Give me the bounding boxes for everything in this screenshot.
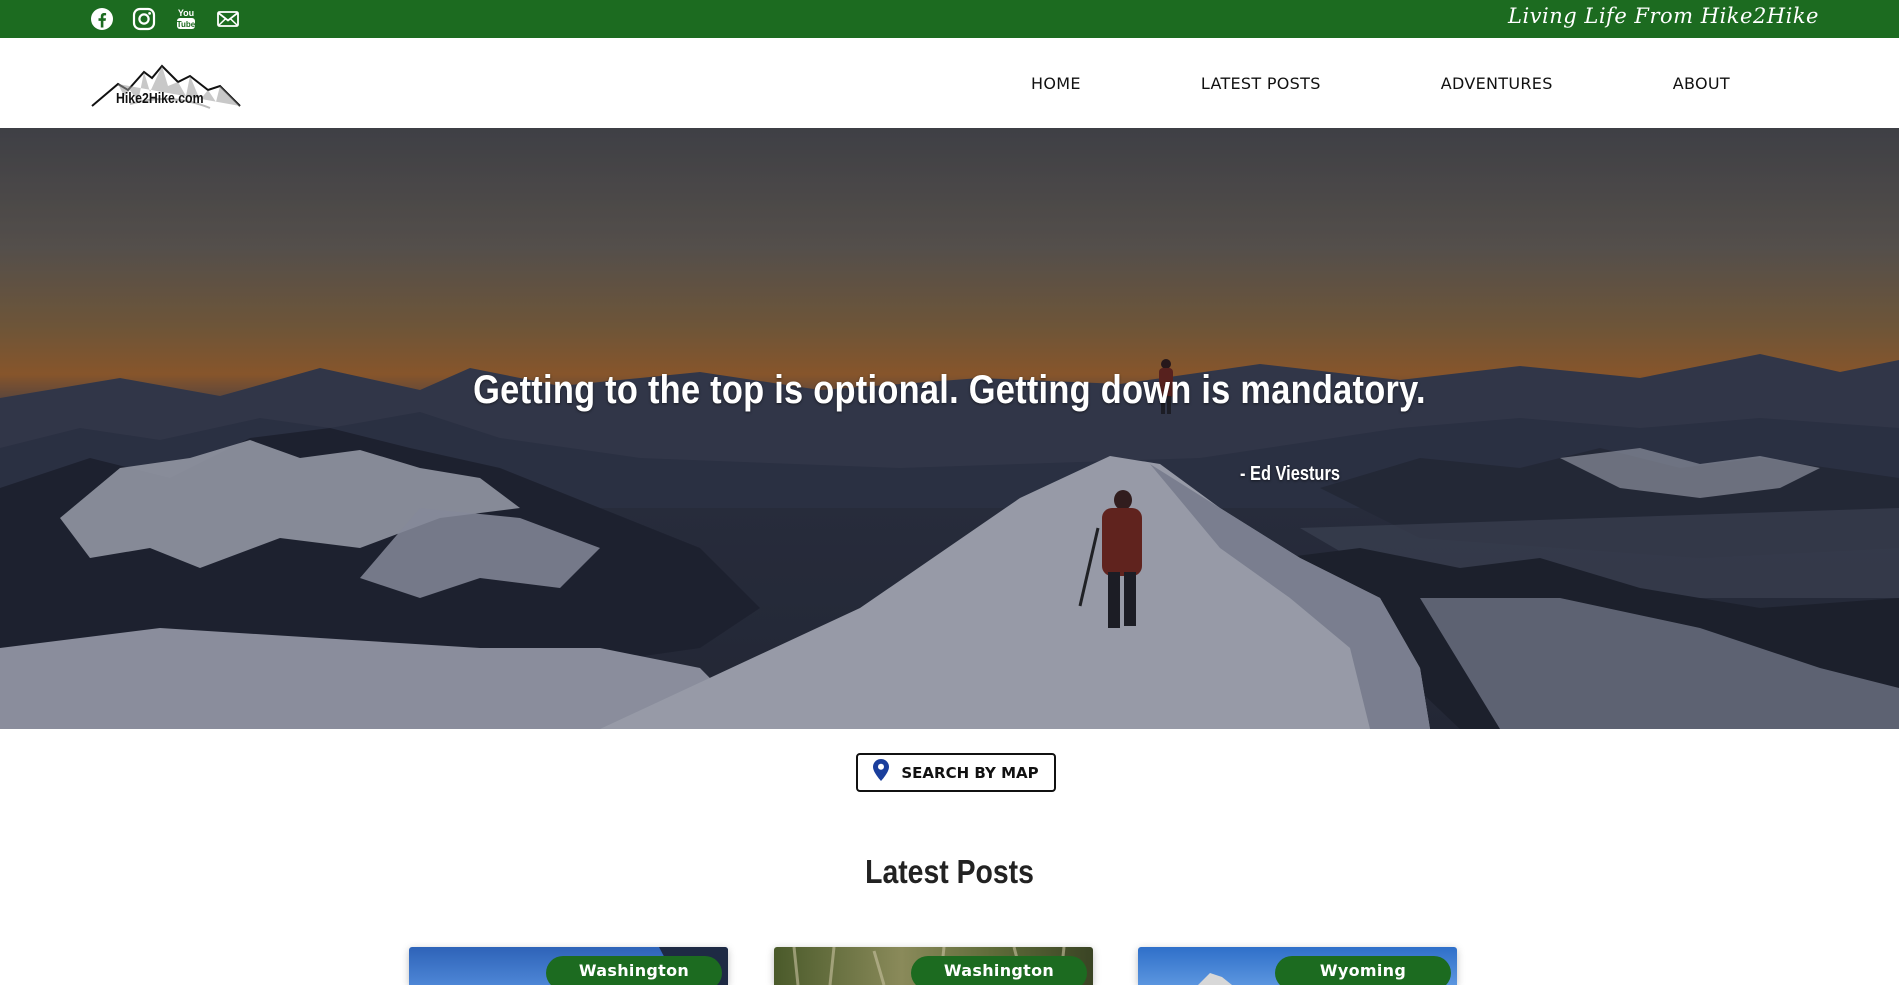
map-pin-icon — [873, 759, 890, 786]
search-by-map-label: SEARCH BY MAP — [901, 763, 1039, 782]
latest-posts-heading: Latest Posts — [865, 853, 1034, 890]
site-tagline: Living Life From Hike2Hike — [1508, 4, 1819, 28]
quote-author: - Ed Viesturs — [1240, 463, 1340, 485]
svg-text:Tube: Tube — [177, 20, 196, 29]
site-logo[interactable]: Hike2Hike.com — [90, 56, 242, 116]
search-by-map-button[interactable]: SEARCH BY MAP — [856, 753, 1056, 792]
hero-quote: Getting to the top is optional. Getting … — [473, 368, 1426, 412]
mountain-logo-icon — [91, 64, 241, 109]
post-location-badge: Washington — [546, 956, 722, 985]
main-nav: HOME LATEST POSTS ADVENTURES ABOUT — [1000, 74, 1760, 93]
svg-text:You: You — [178, 8, 194, 18]
nav-about[interactable]: ABOUT — [1673, 74, 1730, 93]
email-icon[interactable] — [216, 7, 240, 31]
post-location-badge: Washington — [911, 956, 1087, 985]
post-location-badge: Wyoming — [1275, 956, 1451, 985]
hero-banner: Getting to the top is optional. Getting … — [0, 128, 1899, 729]
post-card[interactable]: Wyoming — [1138, 947, 1457, 985]
post-card[interactable]: Washington — [774, 947, 1093, 985]
site-header: Hike2Hike.com HOME LATEST POSTS ADVENTUR… — [0, 38, 1899, 128]
facebook-icon[interactable] — [90, 7, 114, 31]
youtube-icon[interactable]: You Tube — [174, 7, 198, 31]
nav-latest-posts[interactable]: LATEST POSTS — [1201, 74, 1321, 93]
mountain-hero-image — [0, 128, 1899, 729]
instagram-icon[interactable] — [132, 7, 156, 31]
top-bar: You Tube Living Life From Hike2Hike — [0, 0, 1899, 38]
nav-adventures[interactable]: ADVENTURES — [1441, 74, 1553, 93]
logo-text: Hike2Hike.com — [116, 90, 204, 107]
nav-home[interactable]: HOME — [1031, 74, 1081, 93]
social-links: You Tube — [90, 7, 240, 31]
post-card[interactable]: Washington — [409, 947, 728, 985]
